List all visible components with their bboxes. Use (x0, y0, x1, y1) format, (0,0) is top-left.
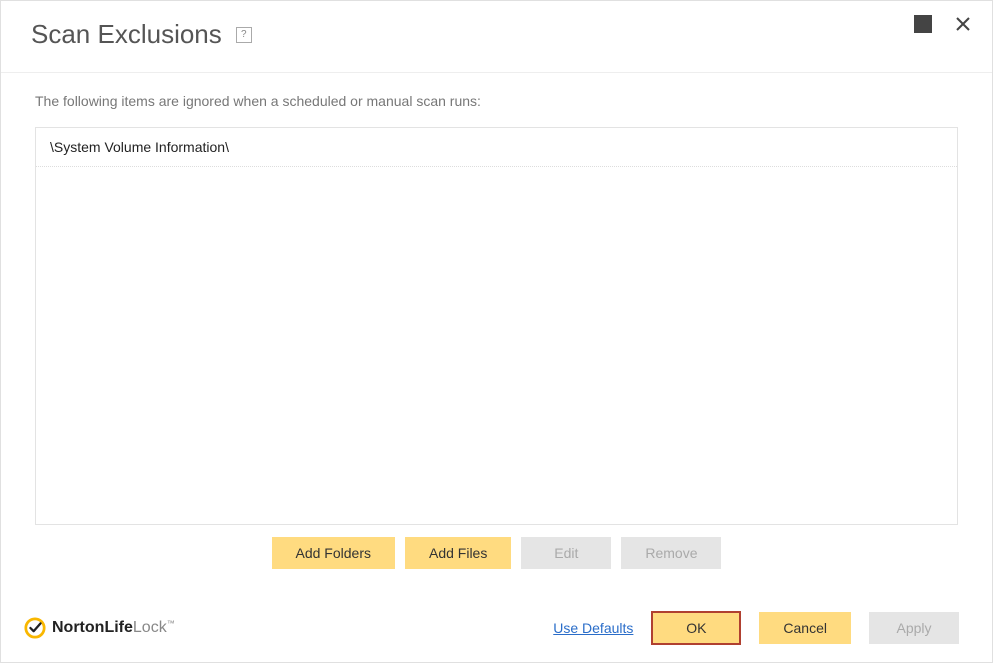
close-icon (956, 17, 970, 31)
exclusions-list[interactable]: \System Volume Information\ (35, 127, 958, 525)
trademark-icon: ™ (167, 619, 175, 628)
minimize-icon (914, 15, 932, 33)
brand: NortonLifeLock™ (24, 617, 175, 639)
page-title: Scan Exclusions (31, 19, 222, 50)
brand-part-2: Life (104, 619, 132, 636)
footer: NortonLifeLock™ Use Defaults OK Cancel A… (0, 597, 993, 663)
cancel-button[interactable]: Cancel (759, 612, 851, 644)
minimize-button[interactable] (914, 15, 932, 33)
action-buttons-row: Add Folders Add Files Edit Remove (35, 537, 958, 569)
brand-part-3: Lock (133, 619, 167, 636)
apply-button: Apply (869, 612, 959, 644)
window-controls (914, 15, 972, 33)
edit-button: Edit (521, 537, 611, 569)
list-item[interactable]: \System Volume Information\ (36, 128, 957, 167)
help-icon[interactable]: ? (236, 27, 252, 43)
brand-part-1: Norton (52, 619, 104, 636)
add-folders-button[interactable]: Add Folders (272, 537, 395, 569)
use-defaults-link[interactable]: Use Defaults (553, 620, 633, 636)
footer-buttons: Use Defaults OK Cancel Apply (553, 611, 959, 645)
remove-button: Remove (621, 537, 721, 569)
ok-button[interactable]: OK (651, 611, 741, 645)
description-text: The following items are ignored when a s… (35, 93, 958, 109)
add-files-button[interactable]: Add Files (405, 537, 511, 569)
title-bar: Scan Exclusions ? (1, 1, 992, 73)
brand-text: NortonLifeLock™ (52, 619, 175, 637)
brand-logo-icon (24, 617, 46, 639)
close-button[interactable] (954, 15, 972, 33)
main-content: The following items are ignored when a s… (1, 73, 992, 569)
